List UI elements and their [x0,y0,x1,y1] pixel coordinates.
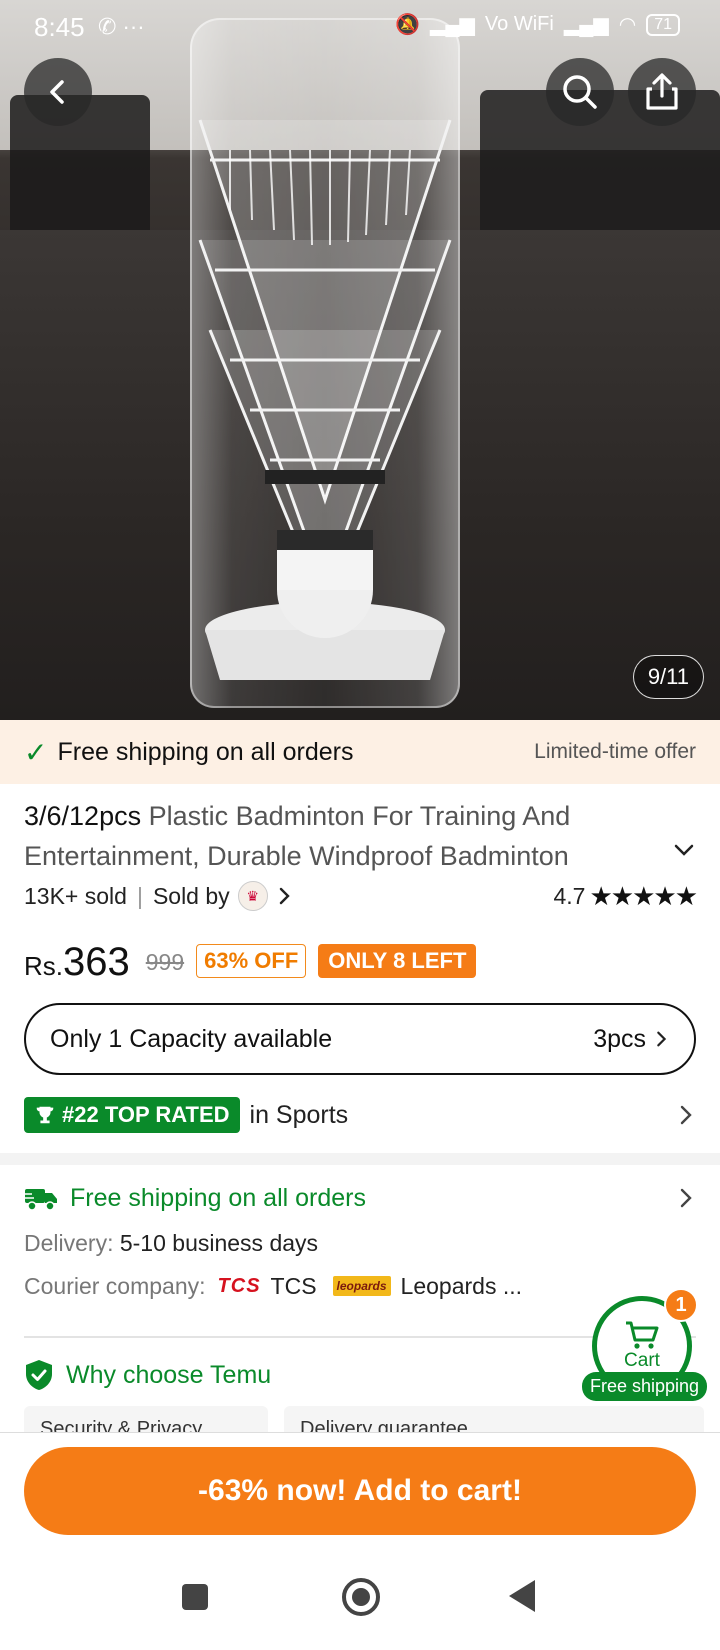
leopards-logo: leopards [332,1276,391,1296]
system-nav-bar [0,1542,720,1650]
home-icon[interactable] [340,1576,382,1618]
top-rated-row[interactable]: #22 TOP RATED in Sports [24,1096,696,1134]
tcs-logo: TCS [217,1274,261,1297]
back-button[interactable] [24,58,92,126]
banner-offer: Limited-time offer [534,740,696,763]
stock-badge: ONLY 8 LEFT [318,944,477,978]
top-rated-category: in Sports [249,1100,349,1129]
notification-icons: ✆ ··· [98,14,145,39]
star-rating-icon: ★★★★★ [589,880,698,911]
shuttlecock-image [198,119,452,680]
why-title: Why choose Temu [66,1360,272,1389]
separator: | [136,882,143,909]
shipping-row[interactable]: Free shipping on all orders [24,1178,696,1218]
add-to-cart-button[interactable]: -63% now! Add to cart! [24,1447,696,1535]
delivery-value: 5-10 business days [119,1230,319,1256]
chevron-left-icon [50,80,64,104]
rating[interactable]: 4.7 ★★★★★ [553,880,698,912]
courier-1-name: TCS [270,1272,317,1299]
why-choose-row[interactable]: Why choose Temu [24,1355,271,1395]
top-rated-badge: #22 TOP RATED [24,1097,240,1133]
why-card-delivery[interactable]: Delivery guarantee [284,1406,704,1432]
price-original: 999 [145,949,185,975]
wifi-icon: ◠ [618,14,637,36]
capacity-value: 3pcs [593,1024,646,1053]
capacity-value-wrap: 3pcs [593,1025,670,1054]
chevron-right-icon [680,1105,692,1125]
trophy-icon [36,1106,54,1124]
courier-info: Courier company: TCS TCS leopards Leopar… [24,1270,522,1302]
cart-free-shipping: Free shipping [582,1372,708,1401]
discount-badge: 63% OFF [196,944,307,978]
free-shipping-banner: ✓ Free shipping on all orders Limited-ti… [0,720,720,784]
signal-icon: ▂▄▆ [429,14,475,36]
search-button[interactable] [546,58,614,126]
rating-value: 4.7 [553,882,586,909]
capacity-label: Only 1 Capacity available [50,1024,333,1053]
delivery-info: Delivery: 5-10 business days [24,1230,318,1257]
shield-check-icon [26,1360,52,1390]
chevron-right-icon[interactable] [274,886,294,906]
courier-2-name: Leopards ... [400,1272,523,1299]
product-title[interactable]: 3/6/12pcs Plastic Badminton For Training… [24,796,674,876]
battery-icon: 71 [646,13,680,36]
sold-count: 13K+ sold [24,882,127,909]
capacity-selector[interactable]: Only 1 Capacity available 3pcs [24,1003,696,1075]
recents-icon[interactable] [180,1582,210,1612]
signal-icon-2: ▂▄▆ [563,14,609,36]
status-right: 🔕 ▂▄▆ Vo WiFi ▂▄▆ ◠ 71 [395,12,680,37]
sold-by-label[interactable]: Sold by [153,883,230,910]
image-counter: 9/11 [632,655,704,699]
why-card-security[interactable]: Security & Privacy [24,1406,268,1432]
why-cards: Security & Privacy Delivery guarantee [24,1406,720,1432]
share-button[interactable] [628,58,696,126]
banner-title: Free shipping on all orders [57,737,354,766]
top-rated-text: #22 TOP RATED [62,1102,230,1127]
price-current: 363 [63,940,130,984]
cart-label: Cart [624,1350,660,1371]
truck-icon [24,1189,57,1211]
shipping-title: Free shipping on all orders [70,1183,366,1212]
cart-count-badge: 1 [664,1288,698,1322]
cart-icon [626,1321,659,1349]
share-icon [646,73,678,110]
section-divider [0,1153,720,1165]
sold-row: 13K+ sold | Sold by ♛ 4.7 ★★★★★ [24,878,698,914]
back-nav-icon[interactable] [505,1578,539,1614]
mute-icon: 🔕 [395,14,420,36]
delivery-label: Delivery: [24,1230,114,1256]
status-bar: 8:45 ✆ ··· 🔕 ▂▄▆ Vo WiFi ▂▄▆ ◠ 71 [0,0,720,54]
vowifi-label: Vo WiFi [484,13,554,35]
cart-button[interactable]: Cart 1 Free shipping [582,1288,720,1406]
price-currency: Rs. [24,951,63,981]
seller-avatar[interactable]: ♛ [237,881,268,911]
chevron-down-icon[interactable] [672,838,696,862]
courier-label: Courier company: [24,1272,206,1299]
title-quantity: 3/6/12pcs [24,801,142,831]
status-time: 8:45 [34,12,85,42]
search-icon [563,75,597,109]
chevron-right-icon [680,1188,692,1208]
product-image-gallery[interactable]: 9/11 [0,0,720,720]
chevron-right-icon [657,1031,667,1047]
price-row: Rs. 363 999 63% OFF ONLY 8 LEFT [24,930,477,984]
check-icon: ✓ [24,736,48,768]
bottom-action-bar: -63% now! Add to cart! [0,1432,720,1542]
